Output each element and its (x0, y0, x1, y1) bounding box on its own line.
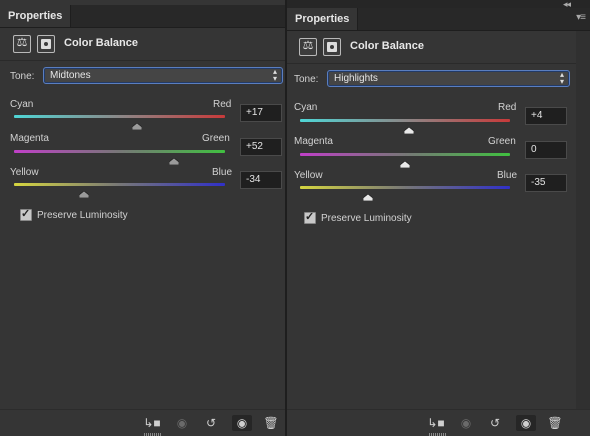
magenta-label: Magenta (294, 136, 333, 147)
tone-select-value: Highlights (334, 73, 378, 84)
view-previous-state-icon[interactable]: ◉ (456, 415, 476, 431)
yellow-blue-value-field[interactable]: -35 (525, 174, 567, 192)
tab-properties[interactable]: Properties (287, 8, 359, 30)
green-label: Green (202, 133, 230, 144)
cyan-label: Cyan (10, 99, 34, 110)
yellow-label: Yellow (294, 170, 323, 181)
cyan-label: Cyan (294, 102, 318, 113)
cyan-red-value-field[interactable]: +17 (240, 104, 282, 122)
color-balance-icon[interactable]: ⚖ (13, 35, 31, 53)
magenta-label: Magenta (10, 133, 49, 144)
properties-panel-2: ◂◂ Properties ▾≡ ⚖ Color Balance Tone: H… (285, 0, 590, 436)
select-arrows-icon: ▴ ▾ (272, 67, 277, 83)
clip-to-layer-icon[interactable]: ↳■ (142, 415, 162, 431)
red-label: Red (498, 102, 517, 113)
blue-label: Blue (212, 167, 233, 178)
tone-label: Tone: (10, 71, 35, 82)
preserve-luminosity-checkbox[interactable]: ✓ (304, 211, 316, 224)
reset-icon[interactable]: ↺ (485, 415, 505, 431)
panel-footer: ↳■ ◉ ↺ ◉ 🗑 (0, 409, 285, 436)
checkmark-icon: ✓ (21, 208, 31, 220)
yellow-label: Yellow (10, 167, 39, 178)
color-balance-icon[interactable]: ⚖ (299, 38, 317, 56)
magenta-green-slider-thumb[interactable] (399, 155, 411, 169)
reset-icon[interactable]: ↺ (201, 415, 221, 431)
preserve-luminosity-label: Preserve Luminosity (37, 210, 128, 221)
magenta-green-slider-thumb[interactable] (168, 152, 180, 166)
vertical-scrollbar[interactable] (576, 31, 590, 410)
yellow-blue-slider-track[interactable] (300, 186, 510, 189)
panel-tab-bar: Properties ▾≡ (287, 8, 590, 31)
blue-label: Blue (497, 170, 518, 181)
green-label: Green (488, 136, 516, 147)
tab-properties[interactable]: Properties (0, 5, 72, 27)
cyan-red-slider-thumb[interactable] (132, 117, 143, 131)
properties-panel-1: Properties ⚖ Color Balance Tone: Midtone… (0, 0, 285, 436)
cyan-red-slider-thumb[interactable] (403, 121, 415, 135)
view-previous-state-icon[interactable]: ◉ (172, 415, 192, 431)
preserve-luminosity-label: Preserve Luminosity (321, 213, 412, 224)
magenta-green-value-field[interactable]: 0 (525, 141, 567, 159)
select-arrows-icon: ▴ ▾ (559, 70, 564, 86)
magenta-green-slider-track[interactable] (14, 150, 225, 153)
mask-icon[interactable] (37, 35, 55, 53)
panel-footer: ↳■ ◉ ↺ ◉ 🗑 (287, 409, 590, 436)
cyan-red-slider-track[interactable] (14, 115, 225, 118)
adjustment-title: Color Balance (350, 40, 424, 52)
trash-icon[interactable]: 🗑 (545, 415, 565, 431)
panel-top-strip: ◂◂ (287, 0, 590, 9)
clip-to-layer-icon[interactable]: ↳■ (426, 415, 446, 431)
yellow-blue-value-field[interactable]: -34 (240, 171, 282, 189)
cyan-red-value-field[interactable]: +4 (525, 107, 567, 125)
yellow-blue-slider-thumb[interactable] (362, 188, 374, 202)
mask-icon[interactable] (323, 38, 341, 56)
adjustment-header: ⚖ Color Balance (0, 28, 285, 61)
adjustment-header: ⚖ Color Balance (287, 31, 590, 64)
magenta-green-value-field[interactable]: +52 (240, 138, 282, 156)
preserve-luminosity-checkbox[interactable]: ✓ (20, 208, 32, 221)
tone-select[interactable]: Midtones ▴ ▾ (43, 67, 283, 84)
trash-icon[interactable]: 🗑 (261, 415, 281, 431)
adjustment-title: Color Balance (64, 37, 138, 49)
tone-select[interactable]: Highlights ▴ ▾ (327, 70, 570, 87)
tone-select-value: Midtones (50, 70, 91, 81)
eye-icon[interactable]: ◉ (232, 415, 252, 431)
red-label: Red (213, 99, 232, 110)
checkmark-icon: ✓ (305, 211, 315, 223)
eye-icon[interactable]: ◉ (516, 415, 536, 431)
panel-tab-bar: Properties (0, 5, 285, 28)
panel-menu-icon[interactable]: ▾≡ (576, 12, 586, 23)
yellow-blue-slider-thumb[interactable] (78, 185, 90, 199)
yellow-blue-slider-track[interactable] (14, 183, 225, 186)
tone-label: Tone: (294, 74, 319, 85)
